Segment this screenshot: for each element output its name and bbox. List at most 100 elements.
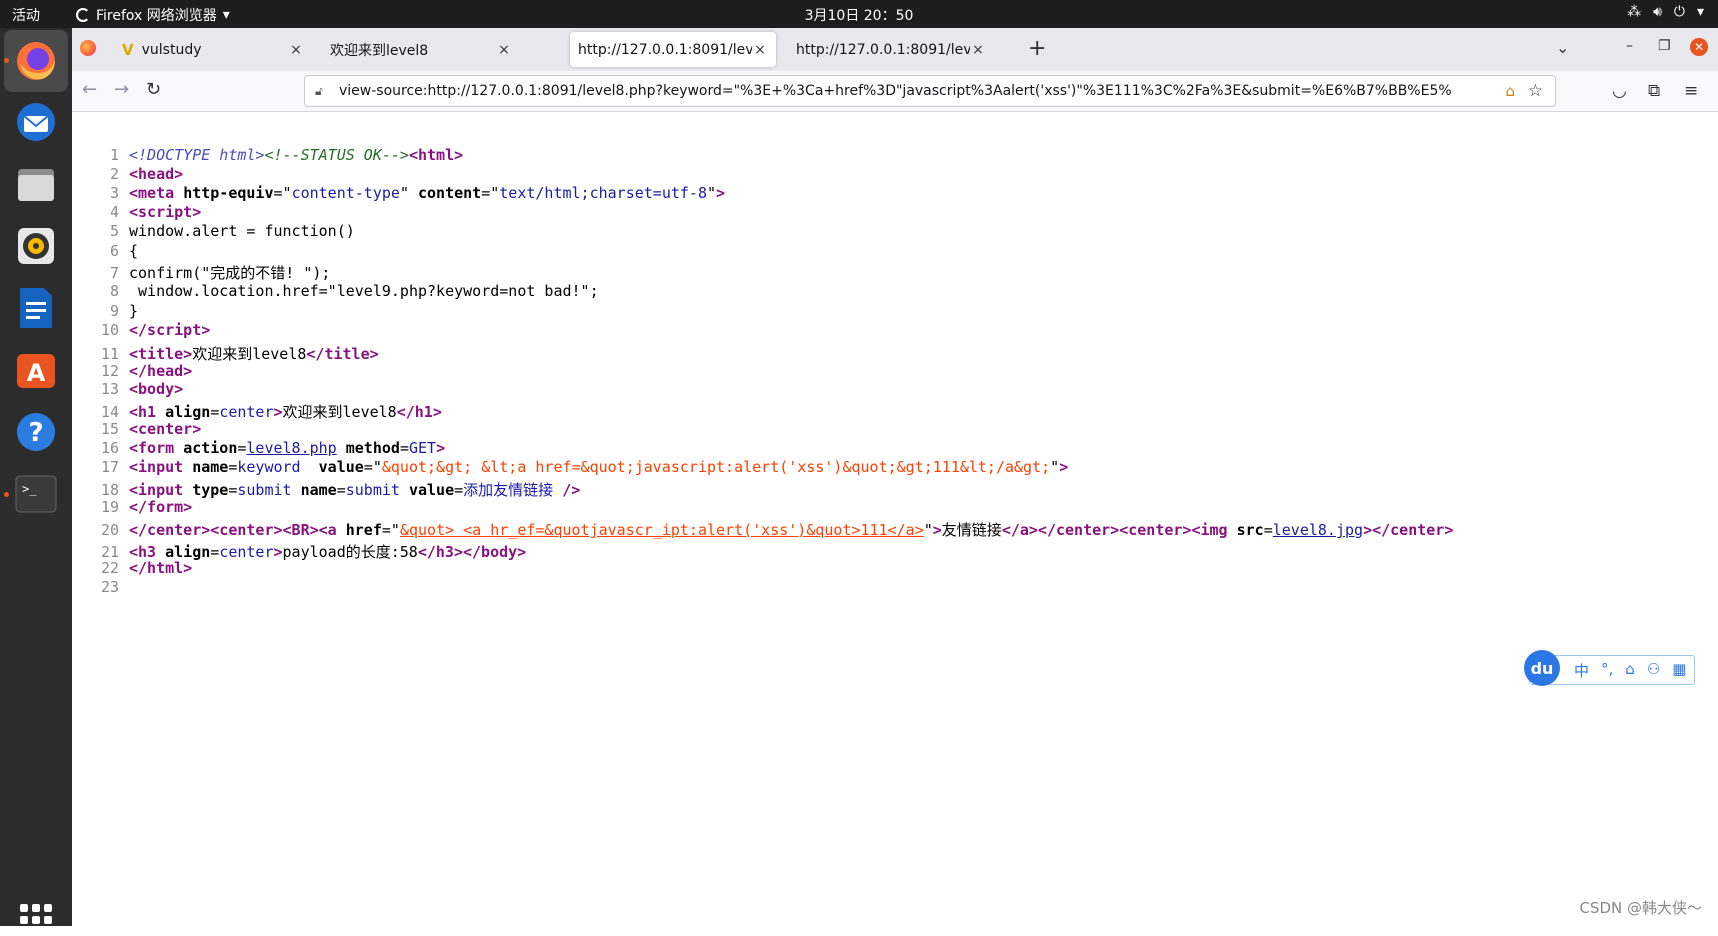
href-link[interactable]: &quot> <a hr_ef=&quotjavascr_ipt:alert('…: [400, 521, 924, 539]
reload-button[interactable]: ↻: [146, 79, 161, 100]
pocket-icon[interactable]: ◡: [1612, 81, 1627, 101]
ime-language-toggle[interactable]: 中: [1574, 660, 1589, 681]
close-tab-icon[interactable]: ×: [288, 42, 304, 58]
clock[interactable]: 3月10日 20：50: [805, 8, 914, 24]
dock: A ? >_: [0, 28, 72, 936]
rhythmbox-icon: [18, 228, 54, 264]
source-line: 16 <form action=level8.php method=GET>: [100, 439, 446, 457]
app-menu[interactable]: Firefox 网络浏览器 ▾: [76, 5, 230, 25]
source-line: 14 <h1 align=center>欢迎来到level8</h1>: [100, 403, 442, 421]
source-line: 13 <body>: [100, 380, 184, 398]
writer-icon: [20, 288, 52, 328]
view-source-content: 1 <!DOCTYPE html><!--STATUS OK--><html> 2…: [72, 112, 1718, 926]
dock-app-center[interactable]: A: [12, 346, 60, 394]
ime-grid-icon[interactable]: ▦: [1672, 660, 1686, 681]
baidu-ime-logo-icon[interactable]: du: [1524, 650, 1560, 686]
tab-label: vulstudy: [141, 41, 202, 58]
source-line: 1 <!DOCTYPE html><!--STATUS OK--><html>: [109, 146, 464, 164]
source-line: 2 <head>: [109, 165, 184, 183]
source-line: 8 window.location.href="level9.php?keywo…: [109, 282, 599, 300]
favicon-icon: V: [122, 40, 134, 59]
navigation-toolbar: ← → ↻ 🔓︎ view-source:http://127.0.0.1:80…: [72, 71, 1718, 112]
tab-level8[interactable]: 欢迎来到level8 ×: [314, 32, 520, 67]
watermark: CSDN @韩大侠～: [1579, 899, 1702, 917]
ime-punctuation-toggle[interactable]: °,: [1601, 660, 1613, 681]
source-line: 7 confirm("完成的不错! ");: [109, 264, 331, 282]
url-bar[interactable]: 🔓︎ view-source:http://127.0.0.1:8091/lev…: [304, 75, 1556, 107]
app-menu-label: Firefox 网络浏览器: [96, 8, 217, 24]
back-button[interactable]: ←: [82, 79, 97, 100]
source-line: 22 </html>: [100, 559, 193, 577]
network-icon[interactable]: ⁂: [1627, 4, 1641, 20]
chevron-down-icon[interactable]: ▾: [1697, 4, 1704, 20]
dock-help[interactable]: ?: [12, 408, 60, 456]
tab-label: http://127.0.0.1:8091/level8.: [578, 41, 752, 58]
close-window-button[interactable]: ✕: [1690, 38, 1708, 56]
source-line: 12 </head>: [100, 362, 193, 380]
tab-bar: V vulstudy × 欢迎来到level8 × http://127.0.0…: [72, 28, 1718, 71]
new-tab-button[interactable]: +: [1028, 36, 1046, 61]
files-icon: [18, 169, 54, 201]
svg-text:>_: >_: [22, 482, 37, 496]
firefox-icon: [17, 42, 55, 80]
tab-label: http://127.0.0.1:8091/level8: [796, 41, 970, 58]
terminal-icon: >_: [15, 475, 57, 513]
ime-user-icon[interactable]: ⚇: [1647, 660, 1660, 681]
tab-level8-url[interactable]: http://127.0.0.1:8091/level8 ×: [788, 32, 994, 67]
firefox-icon: [76, 8, 90, 22]
volume-icon[interactable]: 🔊︎: [1653, 4, 1662, 20]
source-line: 10 </script>: [100, 321, 211, 339]
source-line: 5 window.alert = function(): [109, 222, 355, 240]
bookmark-star-icon[interactable]: ☆: [1528, 81, 1543, 101]
dock-writer[interactable]: [12, 284, 60, 332]
power-icon[interactable]: ⏻: [1674, 4, 1685, 20]
dock-terminal[interactable]: >_: [12, 470, 60, 518]
dock-files[interactable]: [12, 160, 60, 208]
source-line: 3 <meta http-equiv="content-type" content…: [109, 184, 726, 202]
source-line: 17 <input name=keyword value="&quot;&gt; …: [100, 458, 1069, 476]
firefox-view-icon[interactable]: [80, 40, 96, 56]
insecure-connection-icon[interactable]: 🔓︎: [315, 84, 329, 98]
tab-label: 欢迎来到level8: [330, 42, 429, 59]
source-line: 15 <center>: [100, 420, 202, 438]
img-src-link[interactable]: level8.jpg: [1273, 521, 1363, 539]
close-tab-icon[interactable]: ×: [752, 42, 768, 58]
tab-view-source-active[interactable]: http://127.0.0.1:8091/level8. ×: [570, 32, 776, 67]
running-indicator: [4, 492, 9, 497]
dock-firefox[interactable]: [4, 30, 68, 92]
show-apps-icon[interactable]: [20, 904, 52, 936]
close-tab-icon[interactable]: ×: [496, 42, 512, 58]
source-line: 19 </form>: [100, 498, 193, 516]
ime-toolbar[interactable]: du 中 °, ⌂ ⚇ ▦: [1524, 650, 1695, 686]
source-line: 4 <script>: [109, 203, 202, 221]
source-line: 11 <title>欢迎来到level8</title>: [100, 345, 379, 363]
form-action-link[interactable]: level8.php: [246, 439, 336, 457]
minimize-button[interactable]: –: [1626, 38, 1633, 54]
dock-thunderbird[interactable]: [12, 98, 60, 146]
app-center-icon: A: [17, 354, 55, 388]
close-tab-icon[interactable]: ×: [970, 42, 986, 58]
url-text[interactable]: view-source:http://127.0.0.1:8091/level8…: [339, 83, 1451, 99]
extensions-icon[interactable]: ⧉: [1648, 81, 1660, 101]
chevron-down-icon: ▾: [222, 7, 230, 23]
svg-text:?: ?: [28, 418, 43, 448]
menu-icon[interactable]: ≡: [1684, 81, 1698, 101]
system-top-bar: 活动 Firefox 网络浏览器 ▾ 3月10日 20：50 ⁂ 🔊︎ ⏻ ▾: [0, 0, 1718, 28]
source-line: 21 <h3 align=center>payload的长度:58</h3></b…: [100, 543, 527, 561]
firefox-window: V vulstudy × 欢迎来到level8 × http://127.0.0…: [72, 28, 1718, 926]
thunderbird-icon: [17, 103, 55, 141]
list-all-tabs-icon[interactable]: ⌄: [1556, 38, 1569, 57]
tab-vulstudy[interactable]: V vulstudy ×: [114, 32, 312, 67]
forward-button[interactable]: →: [114, 79, 129, 100]
svg-text:A: A: [27, 359, 46, 387]
source-line: 9}: [109, 302, 139, 320]
source-line: 23: [100, 578, 119, 596]
source-line: 18 <input type=submit name=submit value=添…: [100, 481, 581, 499]
maximize-button[interactable]: ❐: [1658, 38, 1671, 54]
source-line: 6{: [109, 242, 139, 260]
dock-rhythmbox[interactable]: [12, 222, 60, 270]
home-icon[interactable]: ⌂: [1505, 82, 1515, 100]
running-indicator: [4, 58, 9, 63]
activities-button[interactable]: 活动: [12, 5, 40, 25]
ime-toolbox-icon[interactable]: ⌂: [1625, 660, 1635, 681]
